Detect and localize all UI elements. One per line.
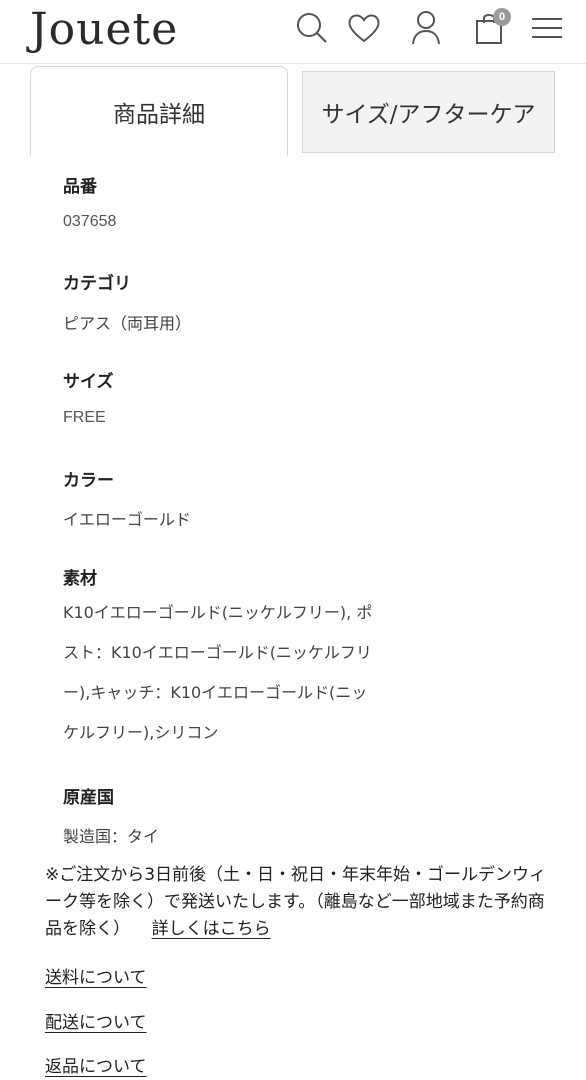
tab-size-aftercare[interactable]: サイズ/アフターケア (302, 71, 555, 153)
shipping-fee-link[interactable]: 送料について (45, 963, 147, 988)
size-label: サイズ (63, 372, 114, 392)
color-label: カラー (63, 471, 114, 491)
menu-icon[interactable] (527, 8, 567, 48)
material-label: 素材 (63, 569, 97, 589)
size-value: FREE (63, 409, 106, 426)
product-number-value: 037658 (63, 213, 117, 230)
product-number-label: 品番 (63, 177, 97, 197)
material-line: ー),キャッチ：K10イエローゴールド(ニッ (63, 683, 368, 702)
material-value: K10イエローゴールド(ニッケルフリー), ポ スト：K10イエローゴールド(ニ… (63, 593, 423, 753)
cart-count-badge: 0 (493, 8, 511, 26)
material-line: スト：K10イエローゴールド(ニッケルフリ (63, 643, 372, 662)
tab-product-details[interactable]: 商品詳細 (30, 66, 288, 156)
heart-icon[interactable] (344, 8, 384, 48)
color-value: イエローゴールド (63, 510, 191, 529)
details-link[interactable]: 詳しくはこちら (152, 919, 271, 939)
shipping-notice: ※ご注文から3日前後（土・日・祝日・年末年始・ゴールデンウィーク等を除く）で発送… (45, 862, 550, 943)
category-label: カテゴリ (63, 274, 131, 294)
material-line: ケルフリー),シリコン (63, 723, 219, 742)
cart-icon[interactable]: 0 (467, 8, 511, 48)
material-line: K10イエローゴールド(ニッケルフリー), ポ (63, 603, 373, 622)
category-value: ピアス（両耳用） (63, 314, 192, 333)
site-header: Jouete 0 (0, 0, 586, 64)
user-icon[interactable] (406, 8, 446, 48)
origin-label: 原産国 (63, 788, 114, 808)
origin-value: 製造国：タイ (63, 827, 160, 846)
returns-link[interactable]: 返品について (45, 1052, 147, 1077)
product-tabs: 商品詳細 サイズ/アフターケア (0, 64, 586, 156)
search-icon[interactable] (292, 8, 332, 48)
site-logo[interactable]: Jouete (30, 2, 178, 58)
delivery-link[interactable]: 配送について (45, 1008, 147, 1033)
shipping-notice-text: ※ご注文から3日前後（土・日・祝日・年末年始・ゴールデンウィーク等を除く）で発送… (45, 865, 547, 939)
